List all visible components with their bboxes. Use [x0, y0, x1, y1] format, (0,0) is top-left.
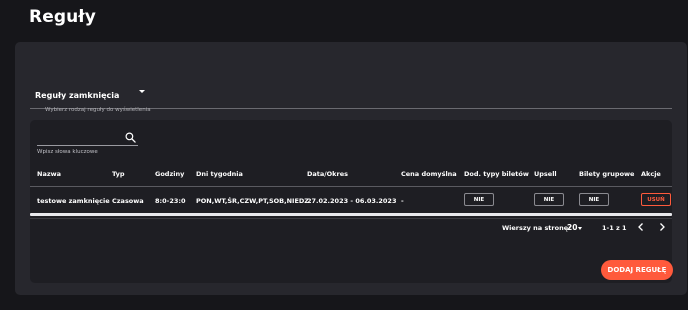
horizontal-scrollbar[interactable] [30, 213, 672, 216]
column-header-type[interactable]: Typ [112, 170, 125, 178]
chevron-down-icon[interactable] [578, 227, 582, 230]
upsell-button[interactable]: NIE [534, 193, 564, 206]
cell-period: 27.02.2023 - 06.03.2023 [307, 197, 397, 205]
page-title: Reguły [29, 7, 96, 27]
rows-per-page-select[interactable]: 20 [567, 223, 577, 232]
main-panel: Reguły zamknięcia Wybierz rodzaj reguły … [15, 42, 687, 295]
cell-price: - [401, 197, 404, 205]
chevron-right-icon[interactable] [657, 222, 667, 232]
page-range: 1-1 z 1 [602, 224, 627, 232]
chevron-left-icon[interactable] [636, 222, 646, 232]
column-header-extra-tickets[interactable]: Dod. typy biletów [464, 170, 529, 178]
rows-per-page-label: Wierszy na stronę: [502, 224, 571, 232]
rule-type-select[interactable]: Reguły zamknięcia Wybierz rodzaj reguły … [30, 64, 672, 113]
column-header-actions: Akcje [641, 170, 661, 178]
column-header-name[interactable]: Nazwa [37, 170, 61, 178]
search-input[interactable] [37, 132, 138, 146]
rules-table-card: Wpisz słowa kluczowe Nazwa Typ Godziny D… [30, 120, 672, 283]
column-header-period[interactable]: Data/Okres [307, 170, 348, 178]
group-tickets-button[interactable]: NIE [579, 193, 609, 206]
footer-divider [30, 218, 672, 219]
add-rule-button[interactable]: DODAJ REGUŁĘ [601, 260, 673, 280]
cell-hours: 8:0-23:0 [155, 197, 186, 205]
delete-button[interactable]: USUŃ [641, 193, 671, 206]
column-header-days[interactable]: Dni tygodnia [196, 170, 243, 178]
search-hint: Wpisz słowa kluczowe [37, 149, 98, 155]
rule-type-select-value: Reguły zamknięcia [35, 91, 120, 100]
cell-type: Czasowa [112, 197, 144, 205]
column-header-group-tickets[interactable]: Bilety grupowe [579, 170, 634, 178]
header-divider [30, 186, 672, 187]
search-icon[interactable] [125, 132, 136, 143]
cell-name: testowe zamknięcie [37, 197, 110, 205]
cell-days: PON,WT,ŚR,CZW,PT,SOB,NIEDZ [196, 197, 309, 205]
column-header-price[interactable]: Cena domyślna [401, 170, 457, 178]
column-header-upsell[interactable]: Upsell [534, 170, 557, 178]
column-header-hours[interactable]: Godziny [155, 170, 184, 178]
chevron-down-icon[interactable] [139, 90, 145, 93]
extra-tickets-button[interactable]: NIE [464, 193, 494, 206]
rule-type-helper: Wybierz rodzaj reguły do wyświetlenia [45, 107, 151, 113]
